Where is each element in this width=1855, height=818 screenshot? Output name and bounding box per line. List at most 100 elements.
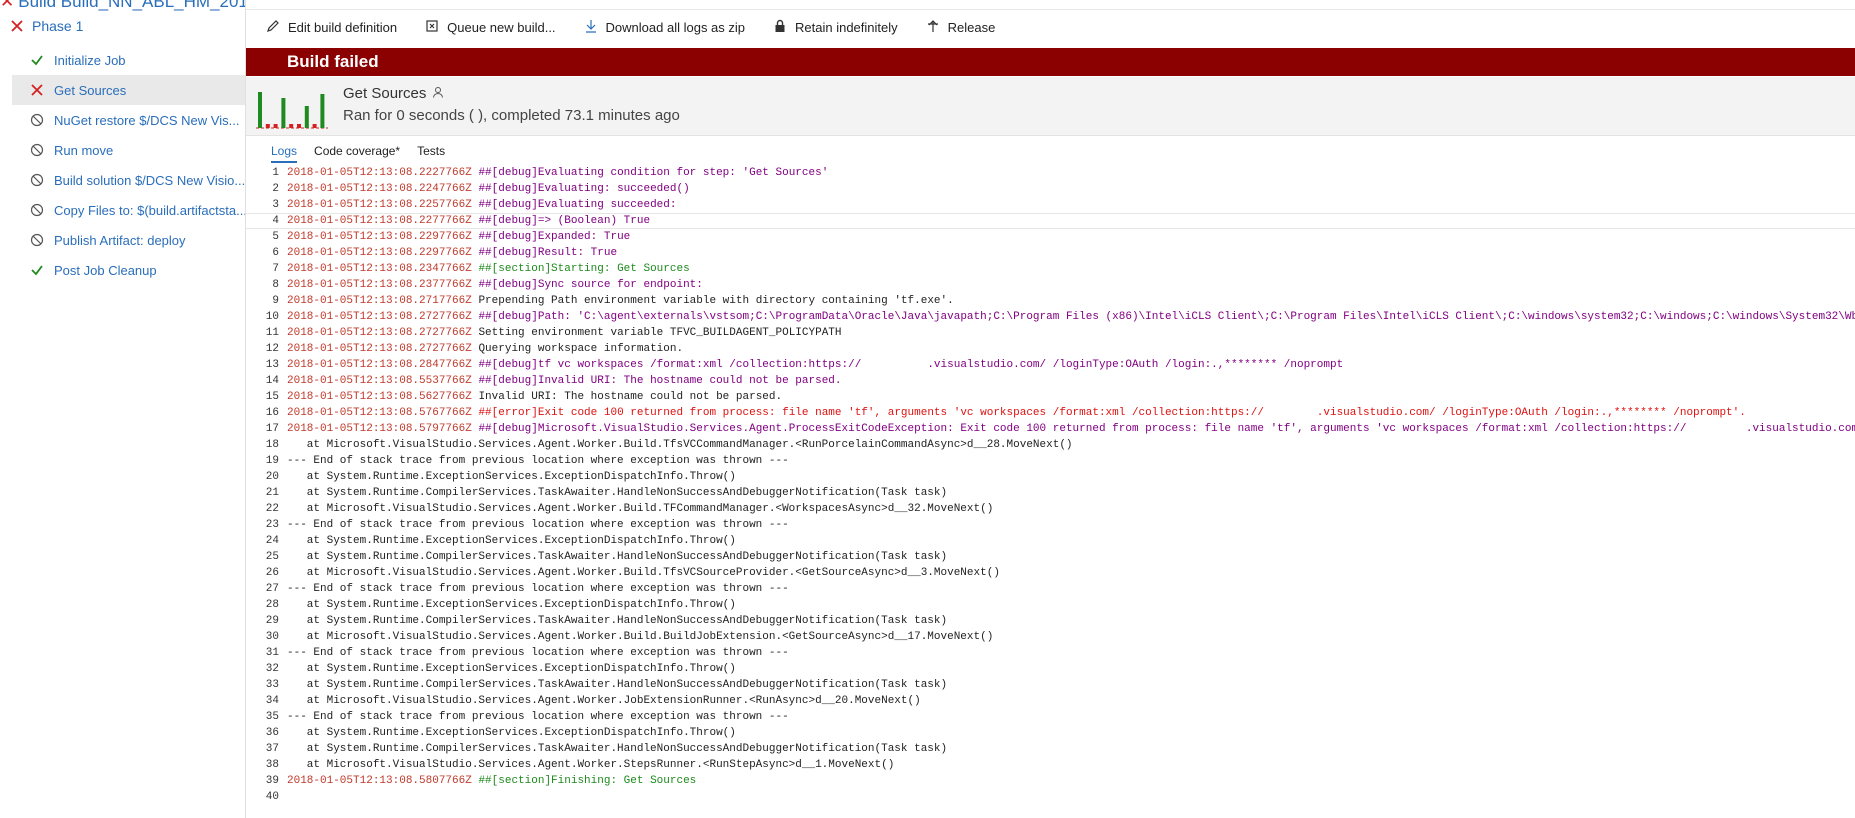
log-line: 22 at Microsoft.VisualStudio.Services.Ag… [246, 501, 1855, 517]
line-number: 19 [265, 455, 279, 467]
log-line: 2 2018-01-05T12:13:08.2247766Z ##[debug]E… [246, 181, 1855, 197]
log-line: 15 2018-01-05T12:13:08.5627766Z Invalid U… [246, 389, 1855, 405]
step-label: Build solution $/DCS New Visio... [54, 172, 245, 188]
line-number: 2 [272, 183, 279, 195]
skipped-icon [30, 143, 44, 157]
line-number: 4 [272, 215, 279, 227]
step-title-row: Get Sources [343, 85, 444, 102]
history-bar[interactable] [297, 124, 301, 128]
log-text: at Microsoft.VisualStudio.Services.Agent… [287, 695, 921, 707]
line-number: 34 [265, 695, 279, 707]
log-line: 38 at Microsoft.VisualStudio.Services.Ag… [246, 757, 1855, 773]
history-bar[interactable] [320, 94, 325, 128]
line-number: 22 [265, 503, 279, 515]
step-label: Initialize Job [54, 52, 126, 68]
queue-label: Queue new build... [447, 20, 556, 35]
check-icon [30, 263, 44, 277]
download-label: Download all logs as zip [605, 20, 746, 35]
build-title-link[interactable]: ✕ Build Build_NN_ABL_HM_20180 [0, 0, 245, 11]
line-number: 28 [265, 599, 279, 611]
line-number: 32 [265, 663, 279, 675]
skipped-icon [30, 233, 44, 247]
line-number: 23 [265, 519, 279, 531]
failed-icon [30, 83, 44, 97]
log-line: 7 2018-01-05T12:13:08.2347766Z ##[section… [246, 261, 1855, 277]
log-line: 34 at Microsoft.VisualStudio.Services.Ag… [246, 693, 1855, 709]
tab-tests[interactable]: Tests [417, 144, 445, 163]
log-output[interactable]: 1 2018-01-05T12:13:08.2227766Z ##[debug]E… [246, 165, 1855, 805]
log-text: ##[debug]tf vc workspaces /format:xml /c… [471, 359, 1344, 371]
skipped-icon [30, 173, 44, 187]
history-bar[interactable] [265, 124, 270, 128]
line-number: 36 [265, 727, 279, 739]
build-history-chart[interactable] [256, 83, 328, 129]
step-item[interactable]: Run move [12, 135, 245, 165]
release-icon [926, 19, 940, 36]
phase-label: Phase 1 [32, 18, 84, 34]
line-number: 20 [265, 471, 279, 483]
edit-build-definition-button[interactable]: Edit build definition [266, 19, 397, 36]
step-title: Get Sources [343, 85, 427, 102]
log-text: ##[section]Finishing: Get Sources [471, 775, 697, 787]
log-line: 5 2018-01-05T12:13:08.2297766Z ##[debug]E… [246, 229, 1855, 245]
log-text: at System.Runtime.CompilerServices.TaskA… [287, 551, 948, 563]
line-number: 5 [272, 231, 279, 243]
log-line: 40 [246, 789, 1855, 805]
line-number: 26 [265, 567, 279, 579]
tab-code-coverage[interactable]: Code coverage* [314, 144, 400, 163]
download-icon [584, 19, 598, 36]
line-number: 11 [265, 327, 279, 339]
log-text: at Microsoft.VisualStudio.Services.Agent… [287, 759, 895, 771]
log-line: 20 at System.Runtime.ExceptionServices.E… [246, 469, 1855, 485]
line-number: 1 [272, 167, 279, 179]
step-item[interactable]: NuGet restore $/DCS New Vis... [12, 105, 245, 135]
retain-indefinitely-button[interactable]: Retain indefinitely [773, 19, 898, 36]
queue-new-build-button[interactable]: Queue new build... [425, 19, 556, 36]
line-number: 31 [265, 647, 279, 659]
phase-header[interactable]: Phase 1 [10, 18, 83, 34]
log-line: 27 --- End of stack trace from previous l… [246, 581, 1855, 597]
build-title[interactable]: Build Build_NN_ABL_HM_20180 [18, 0, 245, 11]
log-text: ##[debug]Sync source for endpoint: [471, 279, 703, 291]
tab-logs[interactable]: Logs [271, 144, 298, 163]
history-bar[interactable] [273, 124, 278, 128]
step-duration: Ran for 0 seconds ( ), completed 73.1 mi… [343, 107, 680, 124]
step-summary: Get Sources Ran for 0 seconds ( ), compl… [246, 77, 1855, 136]
history-bar[interactable] [304, 106, 309, 128]
log-line: 31 --- End of stack trace from previous l… [246, 645, 1855, 661]
line-number: 37 [265, 743, 279, 755]
step-item[interactable]: Publish Artifact: deploy [12, 225, 245, 255]
download-logs-button[interactable]: Download all logs as zip [584, 19, 745, 36]
line-number: 30 [265, 631, 279, 643]
log-timestamp: 2018-01-05T12:13:08.2727766Z [287, 343, 472, 355]
step-item[interactable]: Get Sources [12, 75, 245, 105]
log-timestamp: 2018-01-05T12:13:08.2227766Z [287, 167, 472, 179]
history-bar[interactable] [312, 124, 317, 128]
step-item[interactable]: Build solution $/DCS New Visio... [12, 165, 245, 195]
line-number: 27 [265, 583, 279, 595]
log-text: ##[error]Exit code 100 returned from pro… [471, 407, 1746, 419]
failed-icon: ✕ [0, 0, 15, 11]
step-label: Publish Artifact: deploy [54, 232, 186, 248]
sidebar: ✕ Build Build_NN_ABL_HM_20180 Phase 1 Ini… [0, 0, 246, 818]
history-bar[interactable] [281, 98, 286, 128]
step-item[interactable]: Post Job Cleanup [12, 255, 245, 285]
log-text: at Microsoft.VisualStudio.Services.Agent… [287, 439, 1073, 451]
release-button[interactable]: Release [926, 19, 995, 36]
step-item[interactable]: Initialize Job [12, 45, 245, 75]
line-number: 3 [272, 199, 279, 211]
log-text: --- End of stack trace from previous loc… [287, 711, 789, 723]
step-item[interactable]: Copy Files to: $(build.artifactsta... [12, 195, 245, 225]
log-text: ##[debug]Microsoft.VisualStudio.Services… [471, 423, 1855, 435]
log-text: at System.Runtime.ExceptionServices.Exce… [287, 471, 736, 483]
history-bar[interactable] [289, 124, 294, 128]
history-bar[interactable] [258, 92, 262, 128]
skipped-icon [30, 113, 44, 127]
toolbar: Edit build definition Queue new build...… [266, 19, 995, 36]
line-number: 7 [272, 263, 279, 275]
log-line: 30 at Microsoft.VisualStudio.Services.Ag… [246, 629, 1855, 645]
main-panel: Edit build definition Queue new build...… [246, 0, 1855, 818]
log-line: 39 2018-01-05T12:13:08.5807766Z ##[sectio… [246, 773, 1855, 789]
log-timestamp: 2018-01-05T12:13:08.2297766Z [287, 247, 472, 259]
check-icon [30, 53, 44, 67]
